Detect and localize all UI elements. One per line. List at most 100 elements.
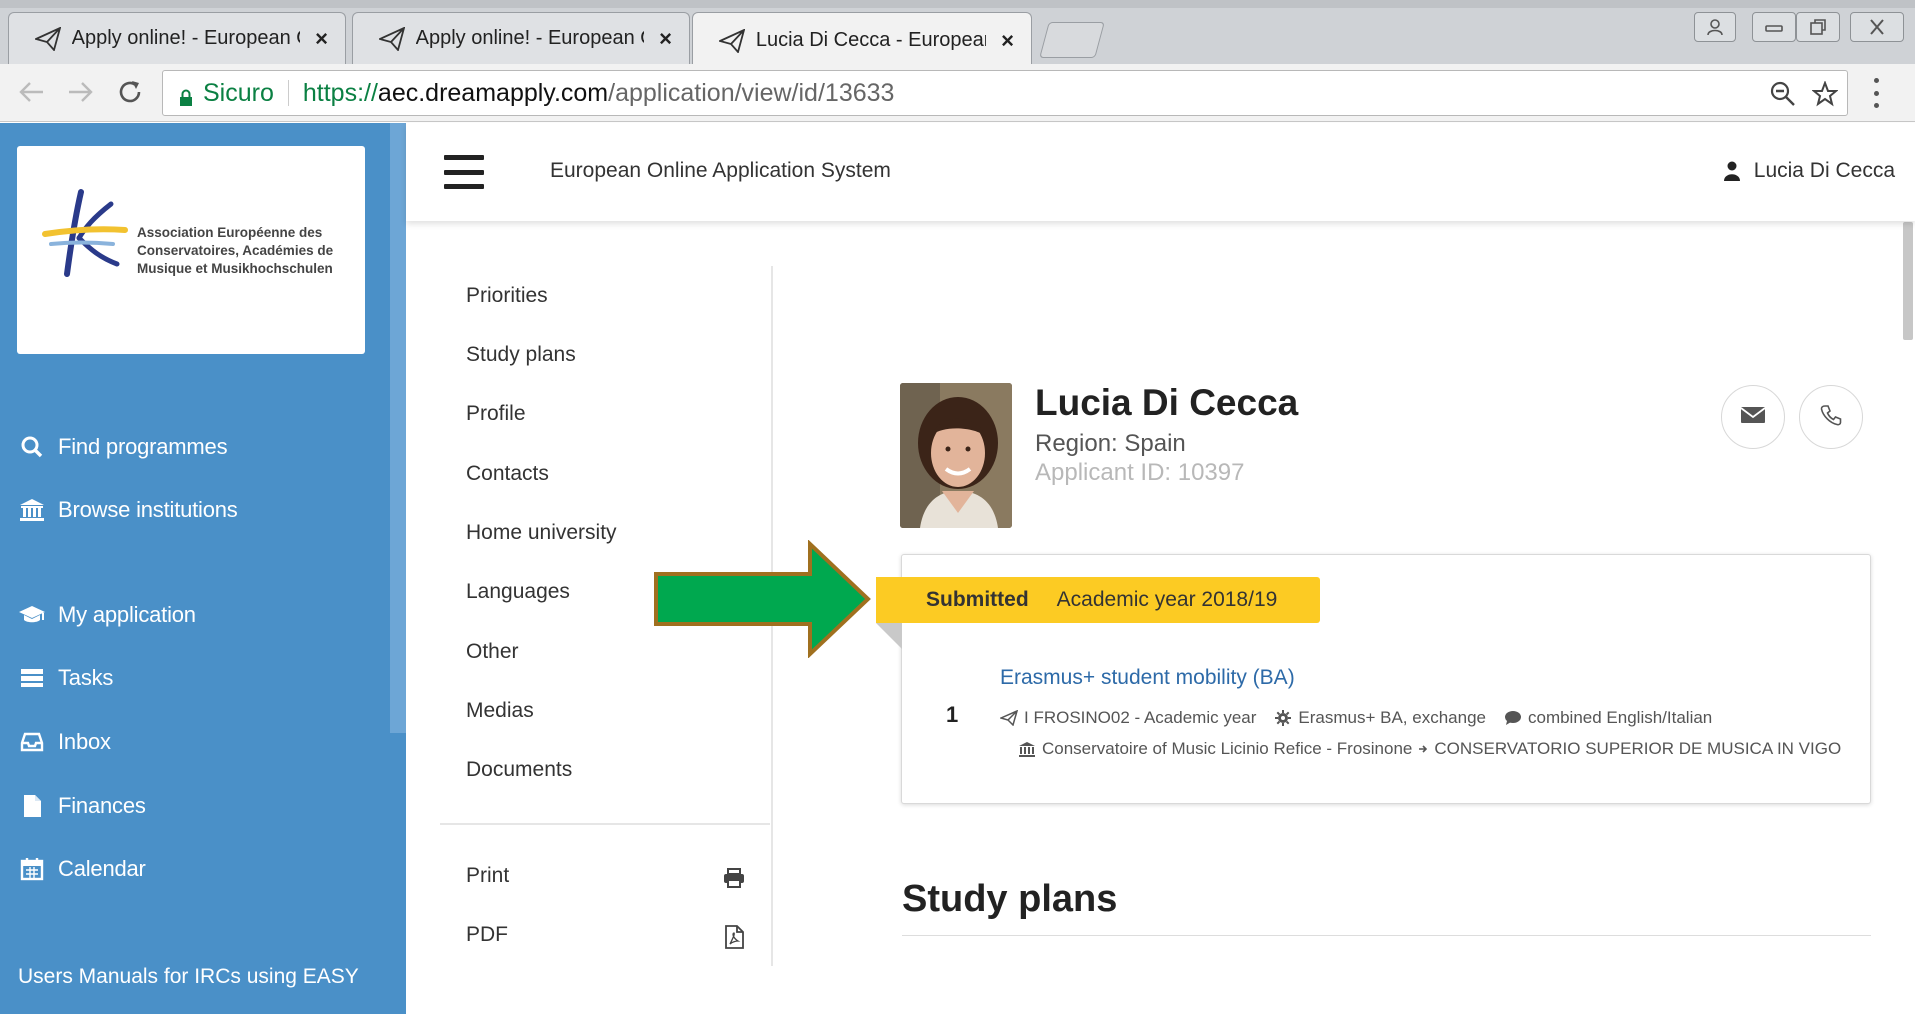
app-title: European Online Application System xyxy=(550,159,891,182)
ribbon-fold xyxy=(876,623,902,649)
programme-type: Erasmus+ BA, exchange xyxy=(1298,708,1486,727)
email-button[interactable] xyxy=(1721,385,1785,449)
browser-tab-2[interactable]: Apply online! - European On × xyxy=(352,12,690,64)
file-icon xyxy=(18,794,46,818)
sidebar-item-finances[interactable]: Finances xyxy=(18,793,146,819)
priority-number: 1 xyxy=(946,702,959,727)
url-host: aec.dreamapply.com xyxy=(377,78,609,107)
cog-icon xyxy=(1274,709,1292,727)
institution-icon xyxy=(1018,740,1036,758)
aec-logo-card[interactable]: Association Européenne des Conservatoire… xyxy=(17,146,365,354)
print-link[interactable]: Print xyxy=(466,864,509,888)
home-institution: Conservatoire of Music Licinio Refice - … xyxy=(1042,739,1413,758)
subnav-item-home-university[interactable]: Home university xyxy=(466,521,617,545)
paper-plane-icon xyxy=(719,27,746,55)
phone-button[interactable] xyxy=(1799,385,1863,449)
address-separator xyxy=(287,80,289,106)
users-manuals-link[interactable]: Users Manuals for IRCs using EASY xyxy=(18,965,359,989)
sidebar-item-calendar[interactable]: Calendar xyxy=(18,856,146,882)
close-icon[interactable]: × xyxy=(654,26,677,52)
tab-title: Lucia Di Cecca - European O xyxy=(755,29,986,51)
browser-tabstrip: Apply online! - European On × Apply onli… xyxy=(0,0,1915,68)
sidebar-item-label: Tasks xyxy=(58,665,114,690)
new-tab-button[interactable] xyxy=(1039,22,1105,58)
sidebar-item-browse-institutions[interactable]: Browse institutions xyxy=(18,497,238,523)
subnav-item-languages[interactable]: Languages xyxy=(466,580,570,604)
subnav-item-priorities[interactable]: Priorities xyxy=(466,284,548,308)
close-icon[interactable]: × xyxy=(996,28,1019,54)
programme-link[interactable]: Erasmus+ student mobility (BA) xyxy=(1000,666,1295,690)
browser-menu-icon[interactable] xyxy=(1870,78,1882,108)
applicant-id: Applicant ID: 10397 xyxy=(1035,459,1245,486)
sidebar-item-label: Inbox xyxy=(58,729,111,754)
sidebar-item-inbox[interactable]: Inbox xyxy=(18,729,111,755)
envelope-icon xyxy=(1740,405,1766,430)
profile-icon[interactable] xyxy=(1694,12,1736,42)
close-icon[interactable]: × xyxy=(310,26,333,52)
restore-icon[interactable] xyxy=(1796,12,1840,42)
sidebar-item-label: Find programmes xyxy=(58,434,228,459)
sidebar-item-my-application[interactable]: My application xyxy=(18,602,196,628)
sidebar-item-label: Finances xyxy=(58,793,146,818)
print-icon[interactable] xyxy=(722,866,746,890)
application-status-ribbon: Submitted Academic year 2018/19 xyxy=(876,577,1320,623)
paper-plane-icon xyxy=(379,25,406,53)
browser-tab-3-active[interactable]: Lucia Di Cecca - European O × xyxy=(692,12,1032,68)
bookmark-star-icon[interactable] xyxy=(1809,79,1841,109)
logo-line: Musique et Musikhochschulen xyxy=(137,261,333,276)
sidebar-item-tasks[interactable]: Tasks xyxy=(18,665,113,691)
subnav-item-profile[interactable]: Profile xyxy=(466,402,526,426)
hamburger-menu-icon[interactable] xyxy=(444,155,484,189)
programme-meta: I FROSINO02 - Academic year Erasmus+ BA,… xyxy=(1000,708,1712,728)
secure-label: Sicuro xyxy=(203,78,274,107)
main-scrollbar[interactable] xyxy=(1903,222,1913,340)
pdf-link[interactable]: PDF xyxy=(466,923,508,947)
back-arrow-icon[interactable] xyxy=(14,74,50,110)
sidebar-item-find-programmes[interactable]: Find programmes xyxy=(18,434,228,460)
subnav-item-contacts[interactable]: Contacts xyxy=(466,462,549,486)
annotation-arrow-icon xyxy=(654,540,871,658)
subnav-divider xyxy=(440,823,770,825)
user-icon xyxy=(1723,161,1740,181)
subnav-item-other[interactable]: Other xyxy=(466,640,519,664)
url-path: /application/view/id/13633 xyxy=(608,78,895,107)
subnav-item-medias[interactable]: Medias xyxy=(466,699,534,723)
tasks-icon xyxy=(18,666,46,690)
tab-title: Apply online! - European On xyxy=(71,27,301,49)
sidebar-item-label: Calendar xyxy=(58,856,146,881)
sidebar-item-label: Browse institutions xyxy=(58,497,238,522)
inbox-icon xyxy=(18,730,46,754)
status-badge: Submitted xyxy=(926,588,1029,611)
address-bar[interactable]: Sicuro https://aec.dreamapply.com/applic… xyxy=(162,70,1848,116)
aec-logo-text: Association Européenne des Conservatoire… xyxy=(137,224,333,278)
browser-toolbar: Sicuro https://aec.dreamapply.com/applic… xyxy=(0,64,1915,122)
speech-bubble-icon xyxy=(1504,709,1522,727)
host-institution: CONSERVATORIO SUPERIOR DE MUSICA IN VIGO xyxy=(1434,739,1842,758)
zoom-icon[interactable] xyxy=(1767,79,1799,109)
sidebar-scrollbar[interactable] xyxy=(390,123,406,733)
applicant-name: Lucia Di Cecca xyxy=(1035,382,1299,423)
section-divider xyxy=(902,935,1871,936)
minimize-icon[interactable] xyxy=(1752,12,1796,42)
url-scheme: https:// xyxy=(302,78,378,107)
user-menu[interactable]: Lucia Di Cecca xyxy=(1723,159,1895,183)
institution-meta: Conservatoire of Music Licinio Refice - … xyxy=(1018,739,1841,759)
browser-tab-1[interactable]: Apply online! - European On × xyxy=(8,12,346,64)
sidebar: Association Européenne des Conservatoire… xyxy=(0,123,406,1014)
graduation-cap-icon xyxy=(18,603,46,627)
subnav-item-documents[interactable]: Documents xyxy=(466,758,572,782)
applicant-photo xyxy=(900,383,1012,528)
url-text: https://aec.dreamapply.com/application/v… xyxy=(303,79,895,108)
arrow-right-icon xyxy=(1416,740,1430,758)
pdf-icon[interactable] xyxy=(722,925,746,949)
app-header: European Online Application System Lucia… xyxy=(406,123,1915,221)
window-close-icon[interactable] xyxy=(1850,12,1904,42)
institution-icon xyxy=(18,498,46,522)
paper-plane-icon xyxy=(35,25,62,53)
subnav-item-study-plans[interactable]: Study plans xyxy=(466,343,576,367)
forward-arrow-icon[interactable] xyxy=(62,74,98,110)
programme-language: combined English/Italian xyxy=(1527,708,1713,727)
academic-year: Academic year 2018/19 xyxy=(1056,588,1278,611)
phone-icon xyxy=(1820,404,1842,431)
reload-icon[interactable] xyxy=(112,74,148,110)
